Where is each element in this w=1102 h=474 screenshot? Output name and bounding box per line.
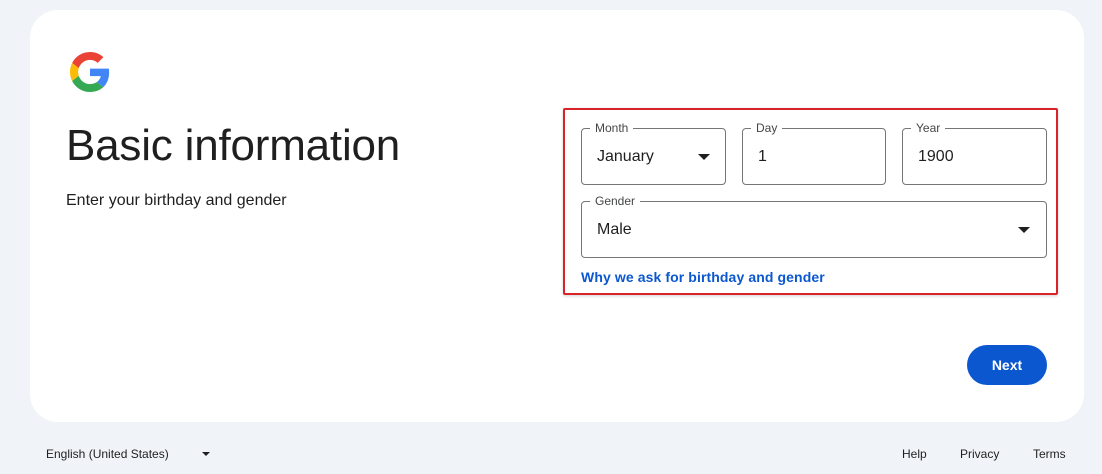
footer-privacy: Privacy bbox=[960, 446, 999, 462]
dropdown-arrow-icon bbox=[201, 452, 210, 456]
privacy-link[interactable]: Privacy bbox=[960, 447, 999, 461]
language-selector[interactable]: English (United States) bbox=[46, 446, 210, 462]
gender-value: Male bbox=[597, 220, 632, 238]
year-value: 1900 bbox=[918, 147, 954, 165]
gender-select[interactable]: Gender Male bbox=[581, 193, 1047, 258]
why-we-ask-link[interactable]: Why we ask for birthday and gender bbox=[581, 268, 825, 286]
day-value: 1 bbox=[758, 147, 767, 165]
month-value: January bbox=[597, 147, 654, 165]
year-input[interactable]: Year 1900 bbox=[902, 120, 1047, 185]
month-select[interactable]: Month January bbox=[581, 120, 726, 185]
signup-card: Basic information Enter your birthday an… bbox=[30, 10, 1084, 422]
page-subtitle: Enter your birthday and gender bbox=[66, 192, 287, 209]
dropdown-arrow-icon bbox=[1018, 226, 1030, 233]
language-label: English (United States) bbox=[46, 447, 169, 461]
dropdown-arrow-icon bbox=[698, 153, 710, 160]
google-logo-icon bbox=[70, 52, 110, 92]
page: Basic information Enter your birthday an… bbox=[0, 0, 1102, 474]
terms-link[interactable]: Terms bbox=[1033, 447, 1066, 461]
footer-terms: Terms bbox=[1033, 446, 1066, 462]
next-button[interactable]: Next bbox=[967, 345, 1047, 385]
help-link[interactable]: Help bbox=[902, 447, 927, 461]
footer-help: Help bbox=[902, 446, 927, 462]
day-input[interactable]: Day 1 bbox=[742, 120, 886, 185]
page-title: Basic information bbox=[66, 121, 401, 170]
